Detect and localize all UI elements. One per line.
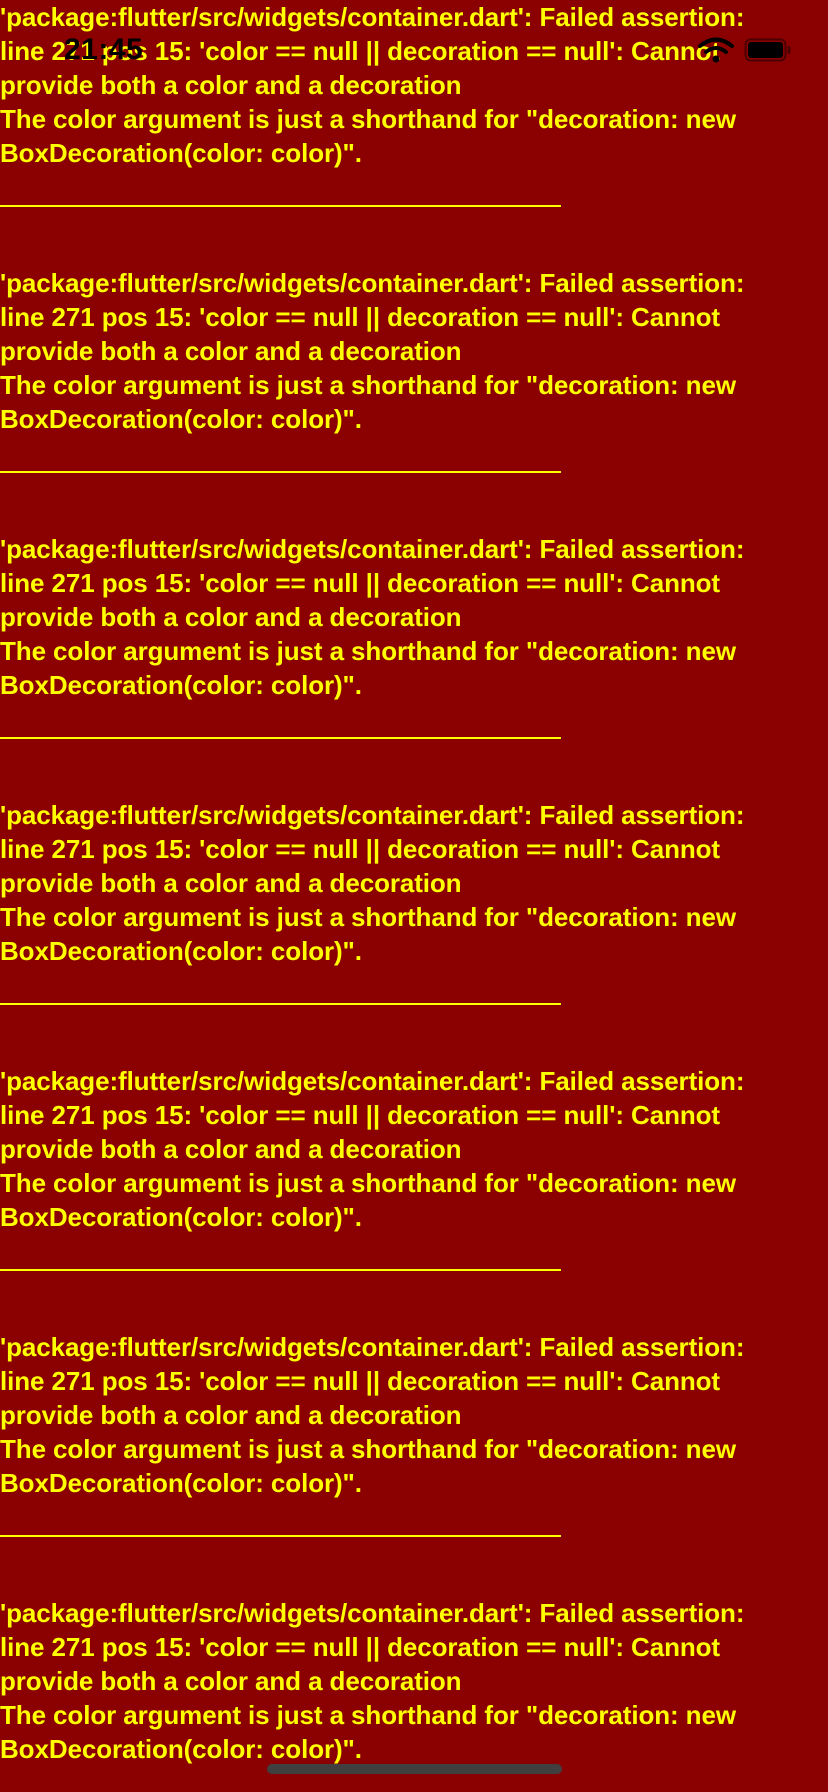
error-message-line: The color argument is just a shorthand f… [0,104,736,134]
error-message-line: The color argument is just a shorthand f… [0,1168,736,1198]
home-indicator[interactable] [267,1764,562,1774]
error-message: 'package:flutter/src/widgets/container.d… [0,798,812,968]
error-message-line: 'package:flutter/src/widgets/container.d… [0,2,745,32]
error-message-line: provide both a color and a decoration [0,336,462,366]
error-message-line: BoxDecoration(color: color)". [0,1734,362,1764]
error-divider [0,1535,561,1537]
error-message-line: line 271 pos 15: 'color == null || decor… [0,1366,720,1396]
error-message-line: 'package:flutter/src/widgets/container.d… [0,534,745,564]
error-screen: 'package:flutter/src/widgets/container.d… [0,0,828,1792]
error-message: 'package:flutter/src/widgets/container.d… [0,266,812,436]
error-message-line: line 271 pos 15: 'color == null || decor… [0,1100,720,1130]
error-divider [0,1003,561,1005]
error-divider [0,471,561,473]
error-message-line: 'package:flutter/src/widgets/container.d… [0,1598,745,1628]
error-message: 'package:flutter/src/widgets/container.d… [0,1064,812,1234]
error-block: 'package:flutter/src/widgets/container.d… [0,1064,828,1330]
error-message-line: 'package:flutter/src/widgets/container.d… [0,1066,745,1096]
error-message: 'package:flutter/src/widgets/container.d… [0,0,812,170]
error-message-line: BoxDecoration(color: color)". [0,404,362,434]
error-message-line: line 271 pos 15: 'color == null || decor… [0,1632,720,1662]
error-message-line: provide both a color and a decoration [0,602,462,632]
error-message-line: BoxDecoration(color: color)". [0,936,362,966]
error-message-line: The color argument is just a shorthand f… [0,636,736,666]
error-message-line: 'package:flutter/src/widgets/container.d… [0,800,745,830]
error-list: 'package:flutter/src/widgets/container.d… [0,0,828,1792]
error-message-line: line 271 pos 15: 'color == null || decor… [0,302,720,332]
error-message-line: line 271 pos 15: 'color == null || decor… [0,568,720,598]
error-message-line: provide both a color and a decoration [0,1400,462,1430]
error-message-line: The color argument is just a shorthand f… [0,1700,736,1730]
error-message-line: The color argument is just a shorthand f… [0,1434,736,1464]
error-block: 'package:flutter/src/widgets/container.d… [0,532,828,798]
error-message-line: 'package:flutter/src/widgets/container.d… [0,1332,745,1362]
error-divider [0,205,561,207]
error-message-line: The color argument is just a shorthand f… [0,370,736,400]
error-message-line: provide both a color and a decoration [0,868,462,898]
error-divider [0,737,561,739]
error-divider [0,1269,561,1271]
error-block: 'package:flutter/src/widgets/container.d… [0,1596,828,1792]
error-message-line: provide both a color and a decoration [0,70,462,100]
error-message-line: BoxDecoration(color: color)". [0,1202,362,1232]
error-block: 'package:flutter/src/widgets/container.d… [0,798,828,1064]
error-message-line: BoxDecoration(color: color)". [0,138,362,168]
error-block: 'package:flutter/src/widgets/container.d… [0,1330,828,1596]
error-block: 'package:flutter/src/widgets/container.d… [0,266,828,532]
error-message-line: BoxDecoration(color: color)". [0,670,362,700]
error-message-line: 'package:flutter/src/widgets/container.d… [0,268,745,298]
error-message-line: The color argument is just a shorthand f… [0,902,736,932]
error-message-line: provide both a color and a decoration [0,1666,462,1696]
error-message-line: BoxDecoration(color: color)". [0,1468,362,1498]
error-message: 'package:flutter/src/widgets/container.d… [0,532,812,702]
error-message-line: line 271 pos 15: 'color == null || decor… [0,36,720,66]
error-message-line: provide both a color and a decoration [0,1134,462,1164]
error-message: 'package:flutter/src/widgets/container.d… [0,1596,812,1766]
error-block: 'package:flutter/src/widgets/container.d… [0,0,828,266]
error-message: 'package:flutter/src/widgets/container.d… [0,1330,812,1500]
error-message-line: line 271 pos 15: 'color == null || decor… [0,834,720,864]
